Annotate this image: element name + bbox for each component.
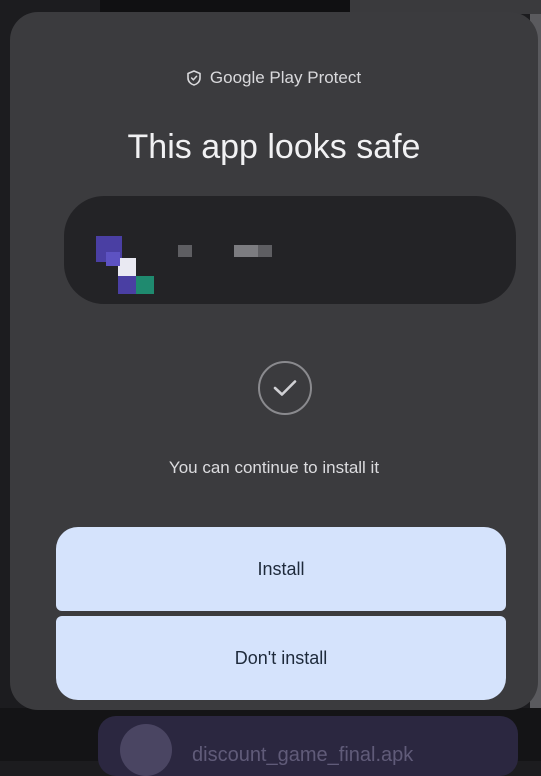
status-message: You can continue to install it [168, 458, 380, 477]
checkmark-icon [258, 361, 312, 415]
background-file-avatar [120, 724, 172, 776]
app-info-card [64, 196, 516, 304]
app-name-redacted [234, 245, 258, 257]
dialog-title: This app looks safe [127, 128, 421, 166]
header-label: Google Play Protect [209, 68, 362, 87]
shield-icon [187, 70, 201, 86]
app-name-redacted [258, 245, 272, 257]
play-protect-dialog: Google Play Protect This app looks safe … [10, 12, 538, 710]
app-name-redacted [178, 245, 192, 257]
dont-install-button[interactable]: Don't install [56, 616, 506, 700]
background-file-name: discount_game_final.apk [192, 744, 414, 766]
app-icon [96, 236, 160, 300]
install-button[interactable]: Install [56, 527, 506, 611]
dialog-header: Google Play Protect [10, 68, 538, 88]
